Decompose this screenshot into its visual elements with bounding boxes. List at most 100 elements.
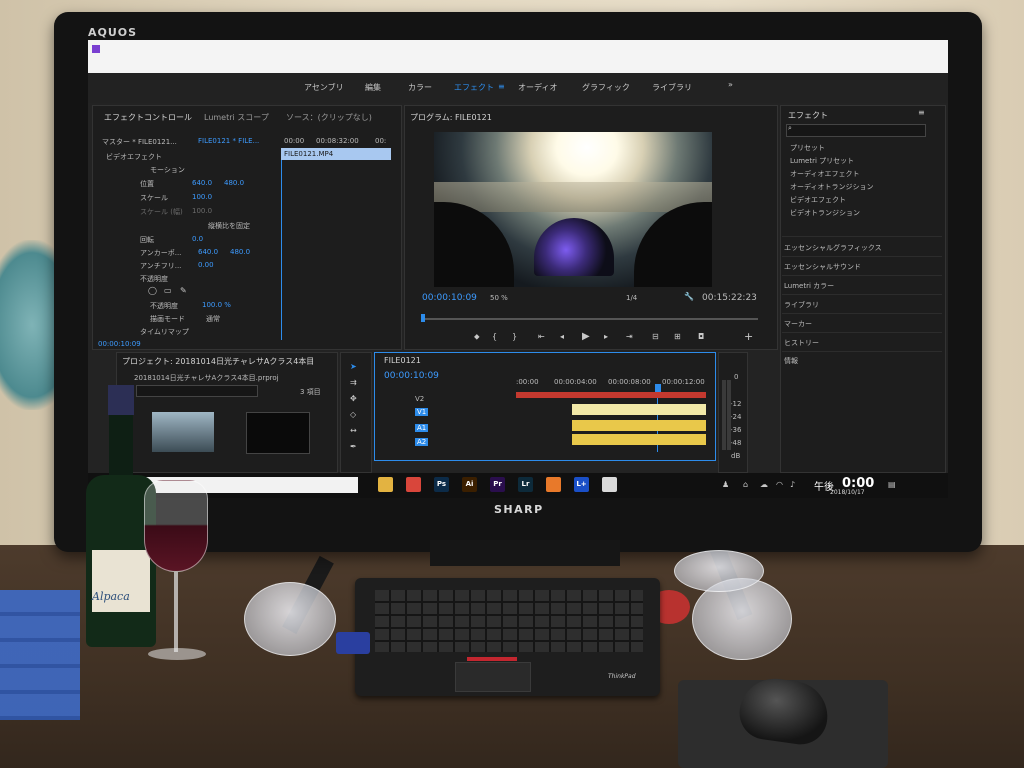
timeline-clip-a1[interactable] — [572, 420, 706, 431]
network-icon[interactable]: ◠ — [776, 480, 783, 489]
taskbar-premiere-icon[interactable]: Pr — [490, 477, 505, 492]
section-essential-graphics[interactable]: エッセンシャルグラフィックス — [784, 243, 882, 253]
notification-icon[interactable]: ▤ — [888, 480, 896, 489]
selection-tool-icon[interactable]: ➤ — [350, 362, 357, 371]
workspace-tab-edit[interactable]: 編集 — [365, 82, 381, 93]
track-select-tool-icon[interactable]: ⇉ — [350, 378, 357, 387]
track-label-a2[interactable]: A2 — [415, 438, 429, 446]
mask-pen-icon[interactable]: ✎ — [180, 286, 187, 295]
timeline-clip-v1[interactable] — [572, 404, 706, 415]
section-info[interactable]: 情報 — [784, 356, 798, 366]
ec-rotation-value[interactable]: 0.0 — [192, 235, 203, 243]
workspace-tab-library[interactable]: ライブラリ — [652, 82, 692, 93]
ec-anchor-y[interactable]: 480.0 — [230, 248, 250, 256]
effects-folder-lumetri-presets[interactable]: Lumetri プリセット — [790, 156, 854, 166]
ripple-edit-tool-icon[interactable]: ✥ — [350, 394, 357, 403]
program-scrub-bar[interactable] — [422, 318, 758, 320]
taskbar-photoshop-icon[interactable]: Ps — [434, 477, 449, 492]
section-essential-sound[interactable]: エッセンシャルサウンド — [784, 262, 861, 272]
sequence-clip-label[interactable]: FILE0121 * FILE... — [198, 137, 259, 145]
export-frame-icon[interactable]: ◘ — [698, 332, 704, 341]
effects-panel-menu-icon[interactable]: ≡ — [918, 108, 925, 117]
taskbar-orange-app-icon[interactable] — [546, 477, 561, 492]
workspace-tab-graphics[interactable]: グラフィック — [582, 82, 630, 93]
project-panel-title[interactable]: プロジェクト: 20181014日光チャレサAクラス4本目 — [122, 356, 314, 367]
settings-wrench-icon[interactable]: 🔧 — [684, 292, 694, 301]
program-timecode[interactable]: 00:00:10:09 — [422, 293, 477, 303]
section-lumetri-color[interactable]: Lumetri カラー — [784, 281, 834, 291]
ec-opacity-value[interactable]: 100.0 % — [202, 301, 231, 309]
workspace-tab-audio[interactable]: オーディオ — [518, 82, 557, 93]
extract-icon[interactable]: ⊞ — [674, 332, 681, 341]
ec-row-motion[interactable]: モーション — [150, 165, 185, 175]
timeline-playhead[interactable] — [655, 384, 661, 392]
step-back-icon[interactable]: ◂ — [560, 332, 564, 341]
master-clip-label[interactable]: マスター * FILE0121... — [102, 137, 177, 147]
more-workspaces-icon[interactable]: » — [728, 80, 733, 89]
ec-position-x[interactable]: 640.0 — [192, 179, 212, 187]
effects-folder-audio-effects[interactable]: オーディオエフェクト — [790, 169, 860, 179]
razor-tool-icon[interactable]: ◇ — [350, 410, 356, 419]
section-history[interactable]: ヒストリー — [784, 338, 819, 348]
tab-effect-controls[interactable]: エフェクトコントロール — [104, 112, 192, 123]
slip-tool-icon[interactable]: ↔ — [350, 426, 357, 435]
step-forward-icon[interactable]: ▸ — [604, 332, 608, 341]
program-monitor-title[interactable]: プログラム: FILE0121 — [410, 112, 492, 123]
tab-source[interactable]: ソース：(クリップなし) — [286, 112, 372, 123]
ec-row-rotation[interactable]: 回転 — [140, 235, 154, 245]
ec-anti-flicker-value[interactable]: 0.00 — [198, 261, 214, 269]
go-to-in-icon[interactable]: ⇤ — [538, 332, 545, 341]
ec-row-anti-flicker[interactable]: アンチフリ... — [140, 261, 181, 271]
mask-rectangle-icon[interactable]: ▭ — [164, 286, 172, 295]
mask-ellipse-icon[interactable]: ◯ — [148, 286, 157, 295]
effects-folder-video-effects[interactable]: ビデオエフェクト — [790, 195, 846, 205]
ec-row-anchor[interactable]: アンカーポ... — [140, 248, 181, 258]
project-clip-thumbnail[interactable] — [152, 412, 214, 452]
ec-row-time-remap[interactable]: タイムリマップ — [140, 327, 189, 337]
lift-icon[interactable]: ⊟ — [652, 332, 659, 341]
ec-row-blend-mode[interactable]: 描画モード — [150, 314, 185, 324]
taskbar-illustrator-icon[interactable]: Ai — [462, 477, 477, 492]
ec-row-position[interactable]: 位置 — [140, 179, 154, 189]
timeline-clip-title[interactable] — [516, 392, 706, 398]
go-to-out-icon[interactable]: ⇥ — [626, 332, 633, 341]
taskbar-blue-app-icon[interactable]: L+ — [574, 477, 589, 492]
ec-row-opacity-group[interactable]: 不透明度 — [140, 274, 168, 284]
tab-lumetri-scopes[interactable]: Lumetri スコープ — [204, 112, 269, 123]
track-label-v2[interactable]: V2 — [415, 395, 424, 403]
track-label-v1[interactable]: V1 — [415, 408, 429, 416]
workspace-tab-color[interactable]: カラー — [408, 82, 432, 93]
timeline-tab[interactable]: FILE0121 — [384, 356, 421, 365]
ec-anchor-x[interactable]: 640.0 — [198, 248, 218, 256]
mark-in-icon[interactable]: { — [492, 332, 497, 341]
effects-folder-audio-transitions[interactable]: オーディオトランジション — [790, 182, 874, 192]
timeline-clip-a2[interactable] — [572, 434, 706, 445]
project-sequence-thumbnail[interactable] — [246, 412, 310, 454]
workspace-tab-effects[interactable]: エフェクト — [454, 82, 494, 93]
taskbar-white-app-icon[interactable] — [602, 477, 617, 492]
track-label-a1[interactable]: A1 — [415, 424, 429, 432]
effects-folder-presets[interactable]: プリセット — [790, 143, 825, 153]
effects-panel-title[interactable]: エフェクト — [788, 110, 828, 121]
effects-folder-video-transitions[interactable]: ビデオトランジション — [790, 208, 860, 218]
ec-blend-mode-value[interactable]: 通常 — [206, 314, 220, 324]
taskbar-explorer-icon[interactable] — [378, 477, 393, 492]
workspace-tab-assembly[interactable]: アセンブリ — [304, 82, 344, 93]
program-quality-select[interactable]: 1/4 — [626, 294, 637, 302]
ec-position-y[interactable]: 480.0 — [224, 179, 244, 187]
people-icon[interactable]: ♟ — [722, 480, 729, 489]
app-title-bar[interactable] — [88, 40, 948, 73]
tray-icon[interactable]: ⌂ — [743, 480, 748, 489]
button-editor-plus-icon[interactable]: + — [744, 330, 753, 343]
section-markers[interactable]: マーカー — [784, 319, 812, 329]
mark-out-icon[interactable]: } — [512, 332, 517, 341]
laptop-trackpad[interactable] — [455, 662, 531, 692]
trackpoint-buttons[interactable] — [467, 657, 517, 661]
pen-tool-icon[interactable]: ✒ — [350, 442, 357, 451]
tray-icon[interactable]: ☁ — [760, 480, 768, 489]
taskbar-lightroom-icon[interactable]: Lr — [518, 477, 533, 492]
volume-icon[interactable]: ♪ — [790, 480, 795, 489]
play-icon[interactable]: ▶ — [582, 331, 590, 342]
add-marker-icon[interactable]: ⬥ — [474, 332, 480, 342]
program-playhead[interactable] — [421, 314, 425, 322]
